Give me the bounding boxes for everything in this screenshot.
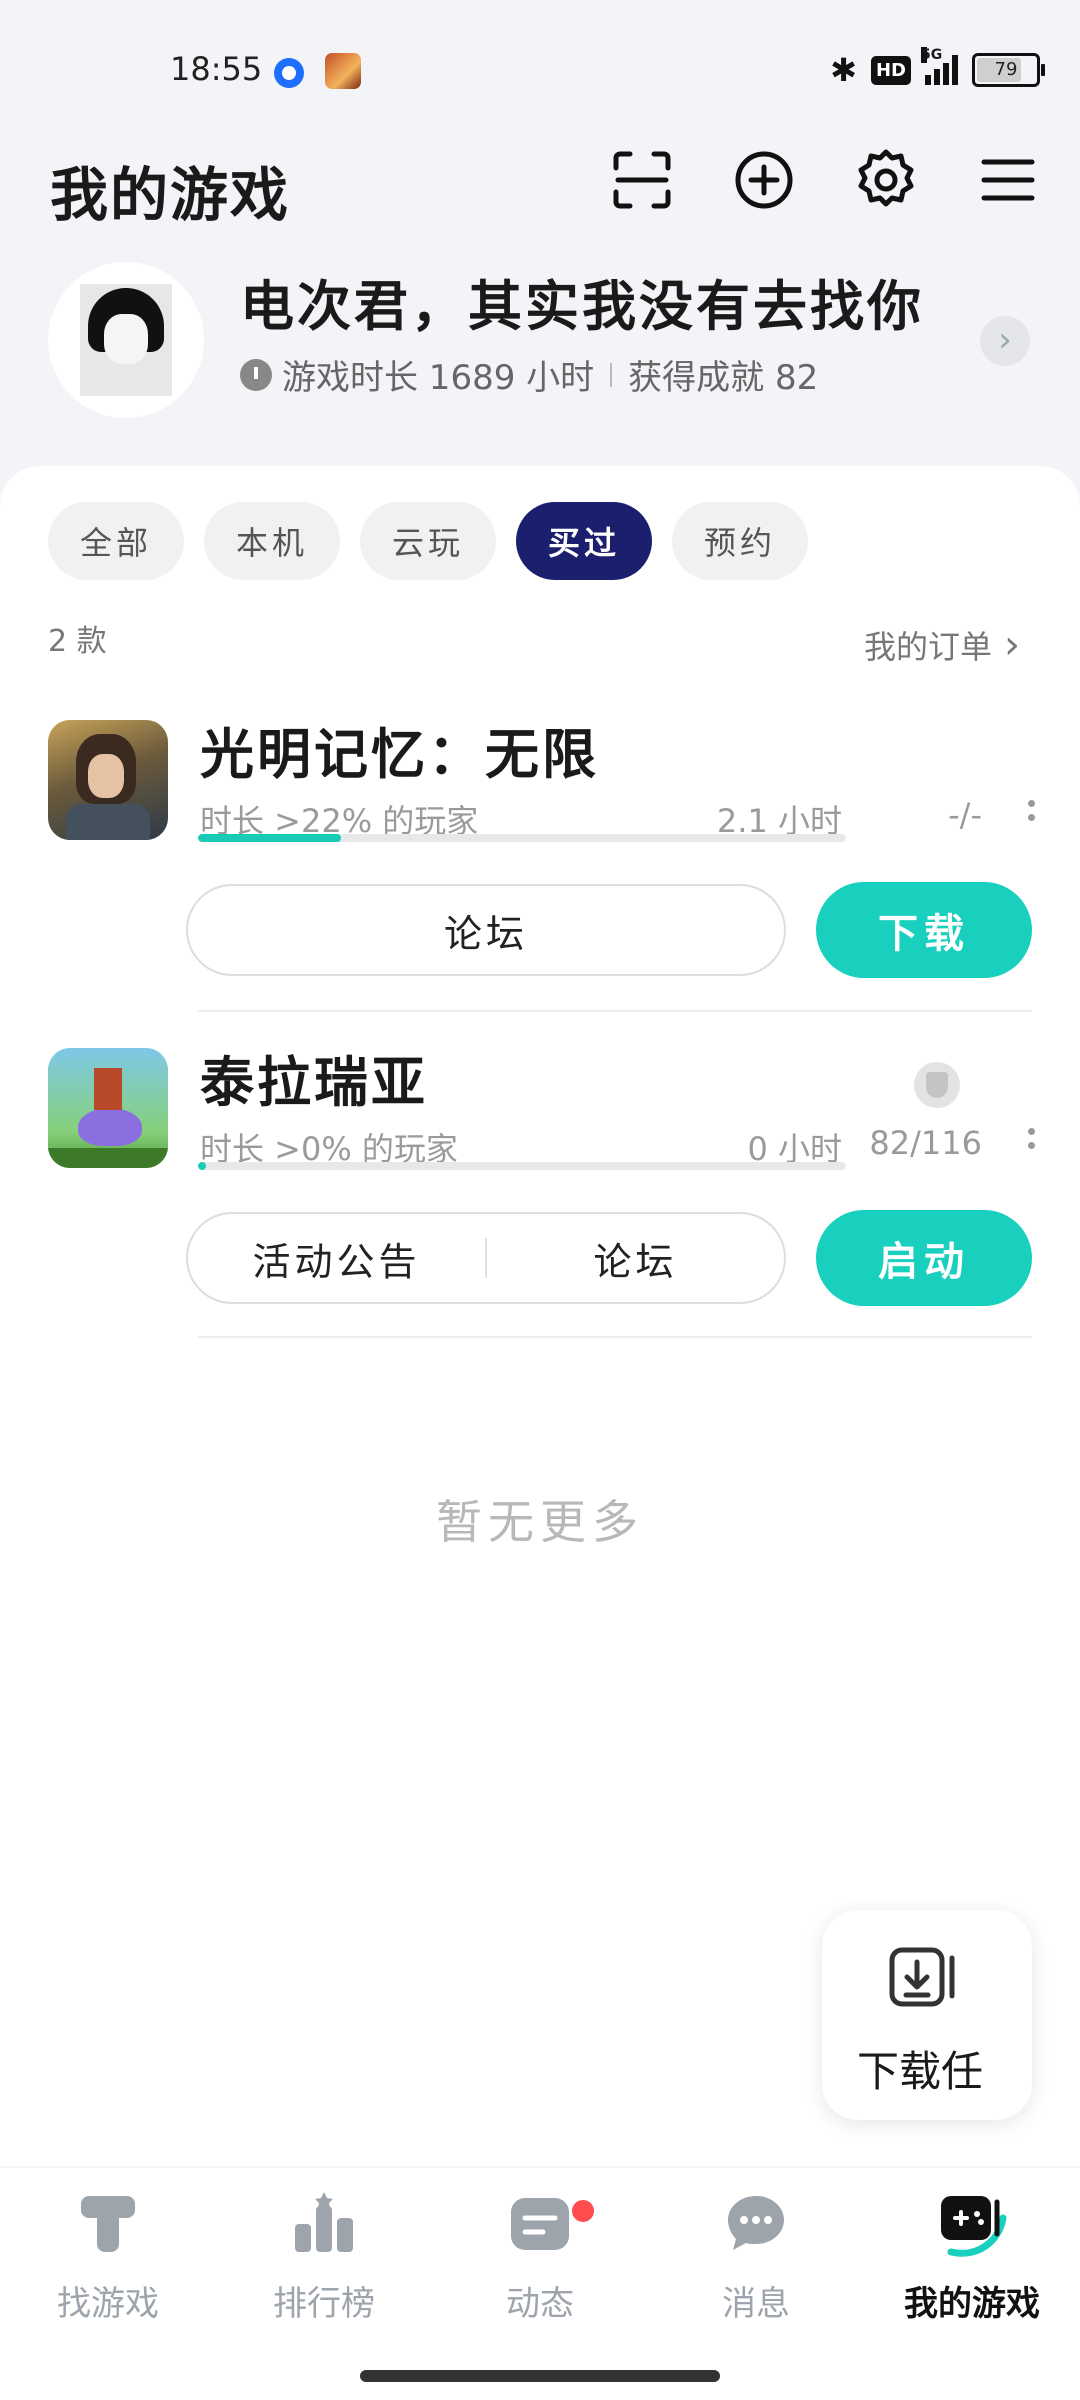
my-orders-link[interactable]: 我的订单 › bbox=[864, 622, 1020, 668]
filter-purchased[interactable]: 买过 bbox=[516, 502, 652, 580]
tab-my-games[interactable]: 我的游戏 bbox=[864, 2188, 1080, 2348]
header-actions bbox=[610, 148, 1040, 212]
download-task-label: 下载任 bbox=[857, 2047, 984, 2096]
network-label: 5G bbox=[921, 47, 943, 63]
achievements-text: 获得成就 82 bbox=[628, 358, 819, 398]
notification-badge bbox=[570, 2198, 596, 2224]
status-bar: 18:55 ✱ HD 5G 79 bbox=[0, 0, 1080, 140]
secondary-actions: 活动公告 论坛 bbox=[186, 1212, 786, 1304]
settings-icon[interactable] bbox=[854, 148, 918, 212]
tab-label: 排行榜 bbox=[273, 2284, 375, 2324]
tab-ranking[interactable]: 排行榜 bbox=[216, 2188, 432, 2348]
tab-feed[interactable]: 动态 bbox=[432, 2188, 648, 2348]
download-task-button[interactable]: 下载任 bbox=[822, 1910, 1032, 2120]
filter-cloud[interactable]: 云玩 bbox=[360, 502, 496, 580]
game-achievements: -/- bbox=[948, 796, 982, 834]
game-icon[interactable] bbox=[48, 720, 168, 840]
game-count: 2 款 bbox=[48, 624, 107, 659]
filter-local[interactable]: 本机 bbox=[204, 502, 340, 580]
tab-label: 消息 bbox=[722, 2284, 790, 2324]
divider bbox=[198, 1010, 1032, 1012]
more-icon[interactable] bbox=[1028, 1128, 1038, 1156]
my-games-icon bbox=[941, 2196, 1007, 2257]
add-icon[interactable] bbox=[732, 148, 796, 212]
game-icon[interactable] bbox=[48, 1048, 168, 1168]
forum-button[interactable]: 论坛 bbox=[487, 1231, 784, 1286]
signal-icon: 5G bbox=[921, 47, 958, 85]
tab-find-game[interactable]: 找游戏 bbox=[0, 2188, 216, 2348]
filter-tabs: 全部 本机 云玩 买过 预约 bbox=[48, 502, 808, 580]
playtime-progress-fill bbox=[198, 1162, 206, 1170]
download-button[interactable]: 下载 bbox=[816, 882, 1032, 978]
message-icon bbox=[728, 2196, 784, 2250]
filter-all[interactable]: 全部 bbox=[48, 502, 184, 580]
chevron-right-icon[interactable]: › bbox=[980, 316, 1030, 366]
stats-divider bbox=[610, 362, 613, 387]
game-title[interactable]: 泰拉瑞亚 bbox=[200, 1038, 428, 1117]
page-title: 我的游戏 bbox=[50, 161, 291, 229]
feed-icon bbox=[511, 2198, 569, 2250]
no-more-text: 暂无更多 bbox=[436, 1495, 644, 1549]
profile-stats: 游戏时长 1689 小时 获得成就 82 bbox=[240, 350, 818, 399]
menu-icon[interactable] bbox=[976, 148, 1040, 212]
hd-badge: HD bbox=[870, 55, 911, 85]
avatar-image bbox=[80, 284, 172, 396]
announcement-button[interactable]: 活动公告 bbox=[188, 1231, 485, 1286]
launch-button[interactable]: 启动 bbox=[816, 1210, 1032, 1306]
header: 我的游戏 bbox=[0, 140, 1080, 250]
playtime-progress-fill bbox=[198, 834, 341, 842]
playtime-progress bbox=[198, 1162, 846, 1170]
bottom-tab-bar: 找游戏 排行榜 动态 消息 我的游戏 bbox=[0, 2168, 1080, 2400]
profile-summary[interactable]: 电次君，其实我没有去找你 游戏时长 1689 小时 获得成就 82 › bbox=[0, 262, 1080, 422]
tab-label: 找游戏 bbox=[57, 2284, 159, 2324]
forum-label: 论坛 bbox=[443, 911, 528, 956]
game-achievements: 82/116 bbox=[869, 1124, 982, 1162]
my-orders-label: 我的订单 bbox=[863, 628, 992, 666]
chevron-right-icon: › bbox=[1004, 622, 1020, 668]
profile-name: 电次君，其实我没有去找你 bbox=[240, 275, 924, 338]
playtime-text: 游戏时长 1689 小时 bbox=[282, 358, 595, 398]
ranking-icon bbox=[295, 2192, 353, 2252]
divider bbox=[198, 1336, 1032, 1338]
game-notification-icon bbox=[325, 53, 361, 89]
scan-icon[interactable] bbox=[610, 148, 674, 212]
find-game-icon bbox=[81, 2196, 135, 2252]
home-indicator[interactable] bbox=[360, 2370, 720, 2382]
download-icon bbox=[889, 1947, 955, 2007]
playtime-progress bbox=[198, 834, 846, 842]
status-time: 18:55 bbox=[170, 50, 263, 88]
tab-messages[interactable]: 消息 bbox=[648, 2188, 864, 2348]
more-icon[interactable] bbox=[1028, 800, 1038, 828]
stopwatch-icon bbox=[240, 358, 272, 391]
forum-button[interactable]: 论坛 bbox=[186, 884, 786, 976]
battery-level: 79 bbox=[994, 59, 1018, 80]
tab-label: 动态 bbox=[506, 2284, 574, 2324]
filter-reserved[interactable]: 预约 bbox=[672, 502, 808, 580]
avatar[interactable] bbox=[48, 262, 204, 418]
app-notification-icon bbox=[274, 58, 304, 88]
status-indicators: ✱ HD 5G 79 bbox=[830, 47, 1045, 90]
achievement-icon bbox=[914, 1062, 960, 1108]
battery-icon: 79 bbox=[972, 53, 1045, 87]
game-title[interactable]: 光明记忆：无限 bbox=[200, 710, 599, 789]
bluetooth-icon: ✱ bbox=[830, 51, 857, 89]
tab-label: 我的游戏 bbox=[904, 2284, 1040, 2324]
